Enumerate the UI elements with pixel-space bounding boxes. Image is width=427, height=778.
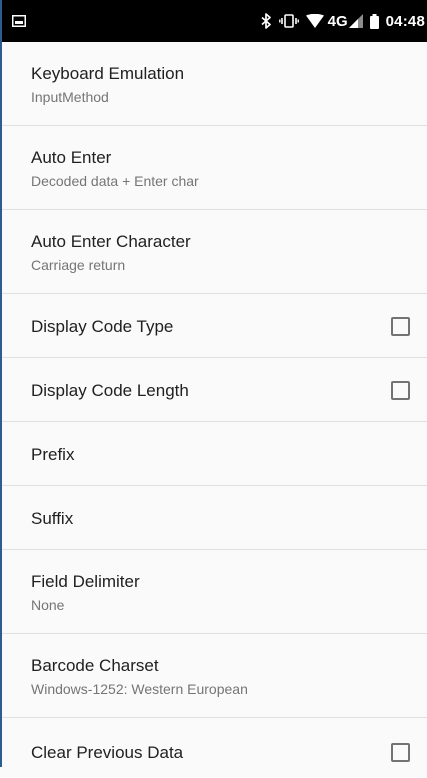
setting-field-delimiter[interactable]: Field Delimiter None [0,550,427,634]
setting-title: Field Delimiter [31,572,140,591]
display-code-length-checkbox[interactable] [391,381,410,400]
settings-list: Keyboard Emulation InputMethod Auto Ente… [0,42,427,778]
window-frame-edge [0,0,2,767]
setting-title: Auto Enter Character [31,232,191,251]
setting-title: Display Code Length [31,381,189,400]
screenshot-icon [12,15,26,27]
network-type-label: 4G [327,12,348,30]
setting-barcode-charset[interactable]: Barcode Charset Windows-1252: Western Eu… [0,634,427,718]
setting-summary: Carriage return [31,257,126,273]
setting-title: Suffix [31,509,74,528]
setting-keyboard-emulation[interactable]: Keyboard Emulation InputMethod [0,42,427,126]
setting-summary: None [31,597,65,613]
setting-title: Barcode Charset [31,656,159,675]
setting-auto-enter-character[interactable]: Auto Enter Character Carriage return [0,210,427,294]
wifi-icon [305,14,324,28]
setting-display-code-type[interactable]: Display Code Type [0,294,427,358]
setting-suffix[interactable]: Suffix [0,486,427,550]
setting-summary: Decoded data + Enter char [31,173,199,189]
setting-display-code-length[interactable]: Display Code Length [0,358,427,422]
setting-prefix[interactable]: Prefix [0,422,427,486]
setting-summary: InputMethod [31,89,109,105]
setting-title: Keyboard Emulation [31,64,185,83]
cell-signal-icon [348,14,363,28]
clear-previous-data-checkbox[interactable] [391,743,410,762]
setting-title: Prefix [31,445,75,464]
display-code-type-checkbox[interactable] [391,317,410,336]
setting-auto-enter[interactable]: Auto Enter Decoded data + Enter char [0,126,427,210]
status-time: 04:48 [385,12,425,30]
vibrate-icon [278,14,299,28]
setting-summary: Windows-1252: Western European [31,681,248,697]
setting-clear-previous-data[interactable]: Clear Previous Data [0,718,427,778]
setting-title: Clear Previous Data [31,743,184,762]
status-bar: 4G 04:48 [0,0,427,42]
battery-icon [369,13,379,29]
setting-title: Display Code Type [31,317,174,336]
bluetooth-icon [261,13,272,29]
setting-title: Auto Enter [31,148,112,167]
